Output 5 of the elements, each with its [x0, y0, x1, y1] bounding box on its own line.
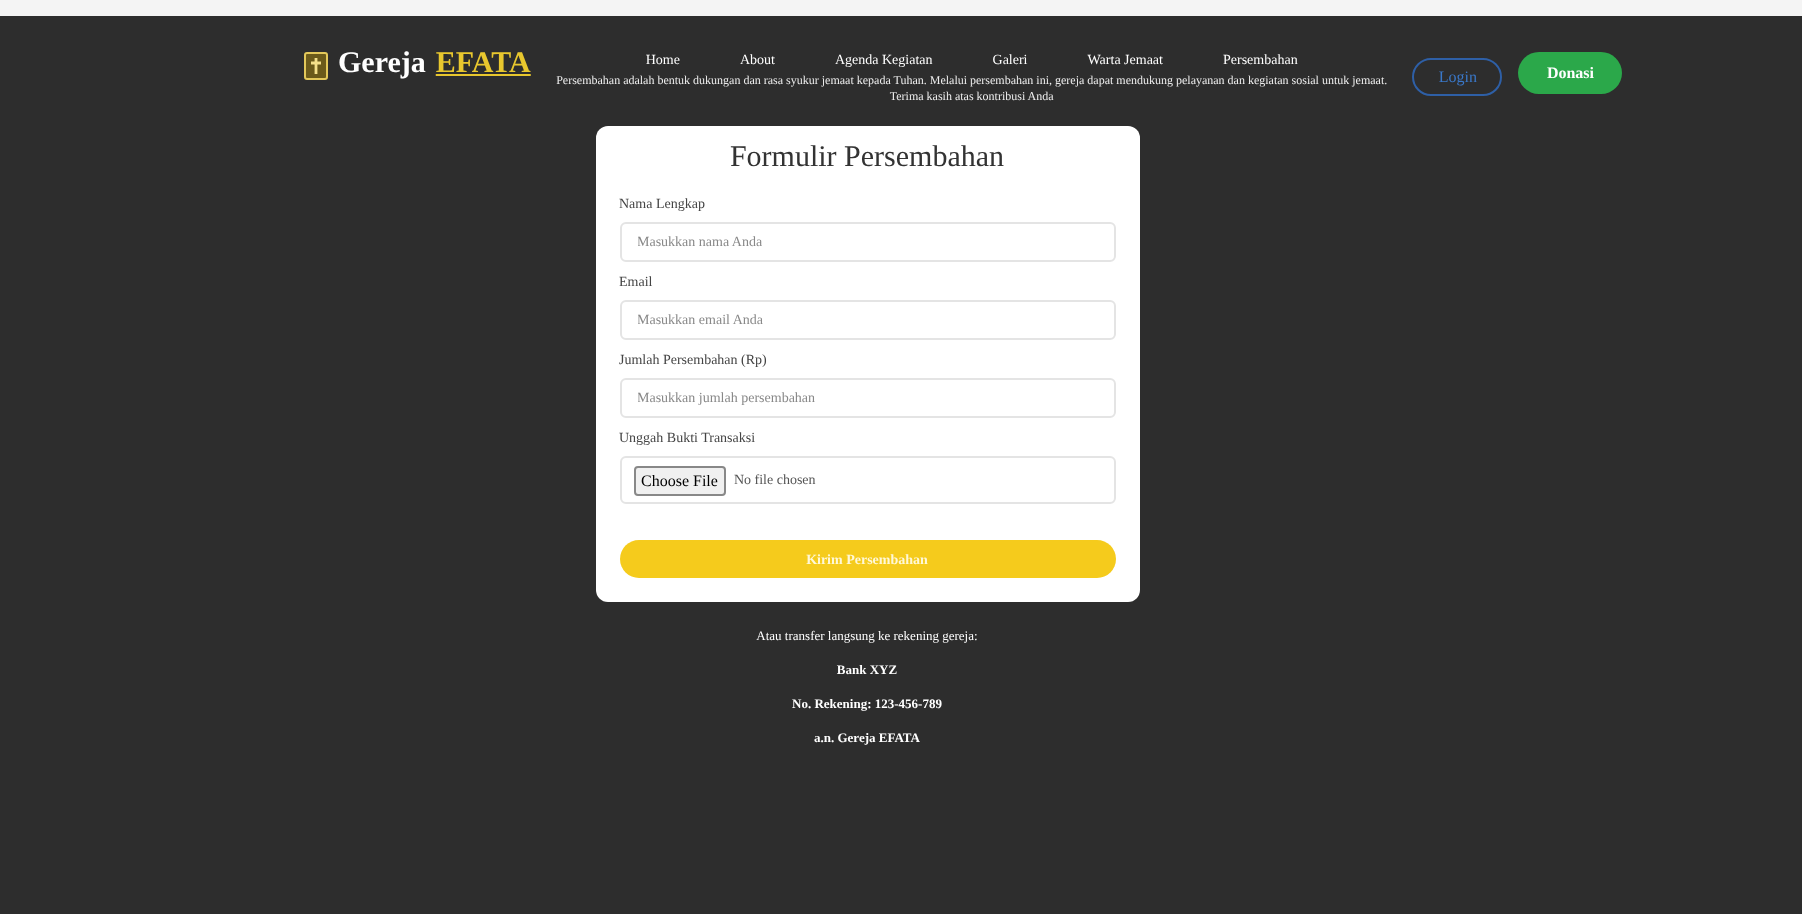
logo-name[interactable]: Gereja	[338, 48, 426, 82]
logo-highlight[interactable]: EFATA	[435, 48, 531, 82]
cross-logo-icon	[304, 51, 328, 79]
choose-file-button[interactable]: Choose File	[633, 465, 726, 495]
form-title: Formulir Persembahan	[727, 142, 1007, 176]
